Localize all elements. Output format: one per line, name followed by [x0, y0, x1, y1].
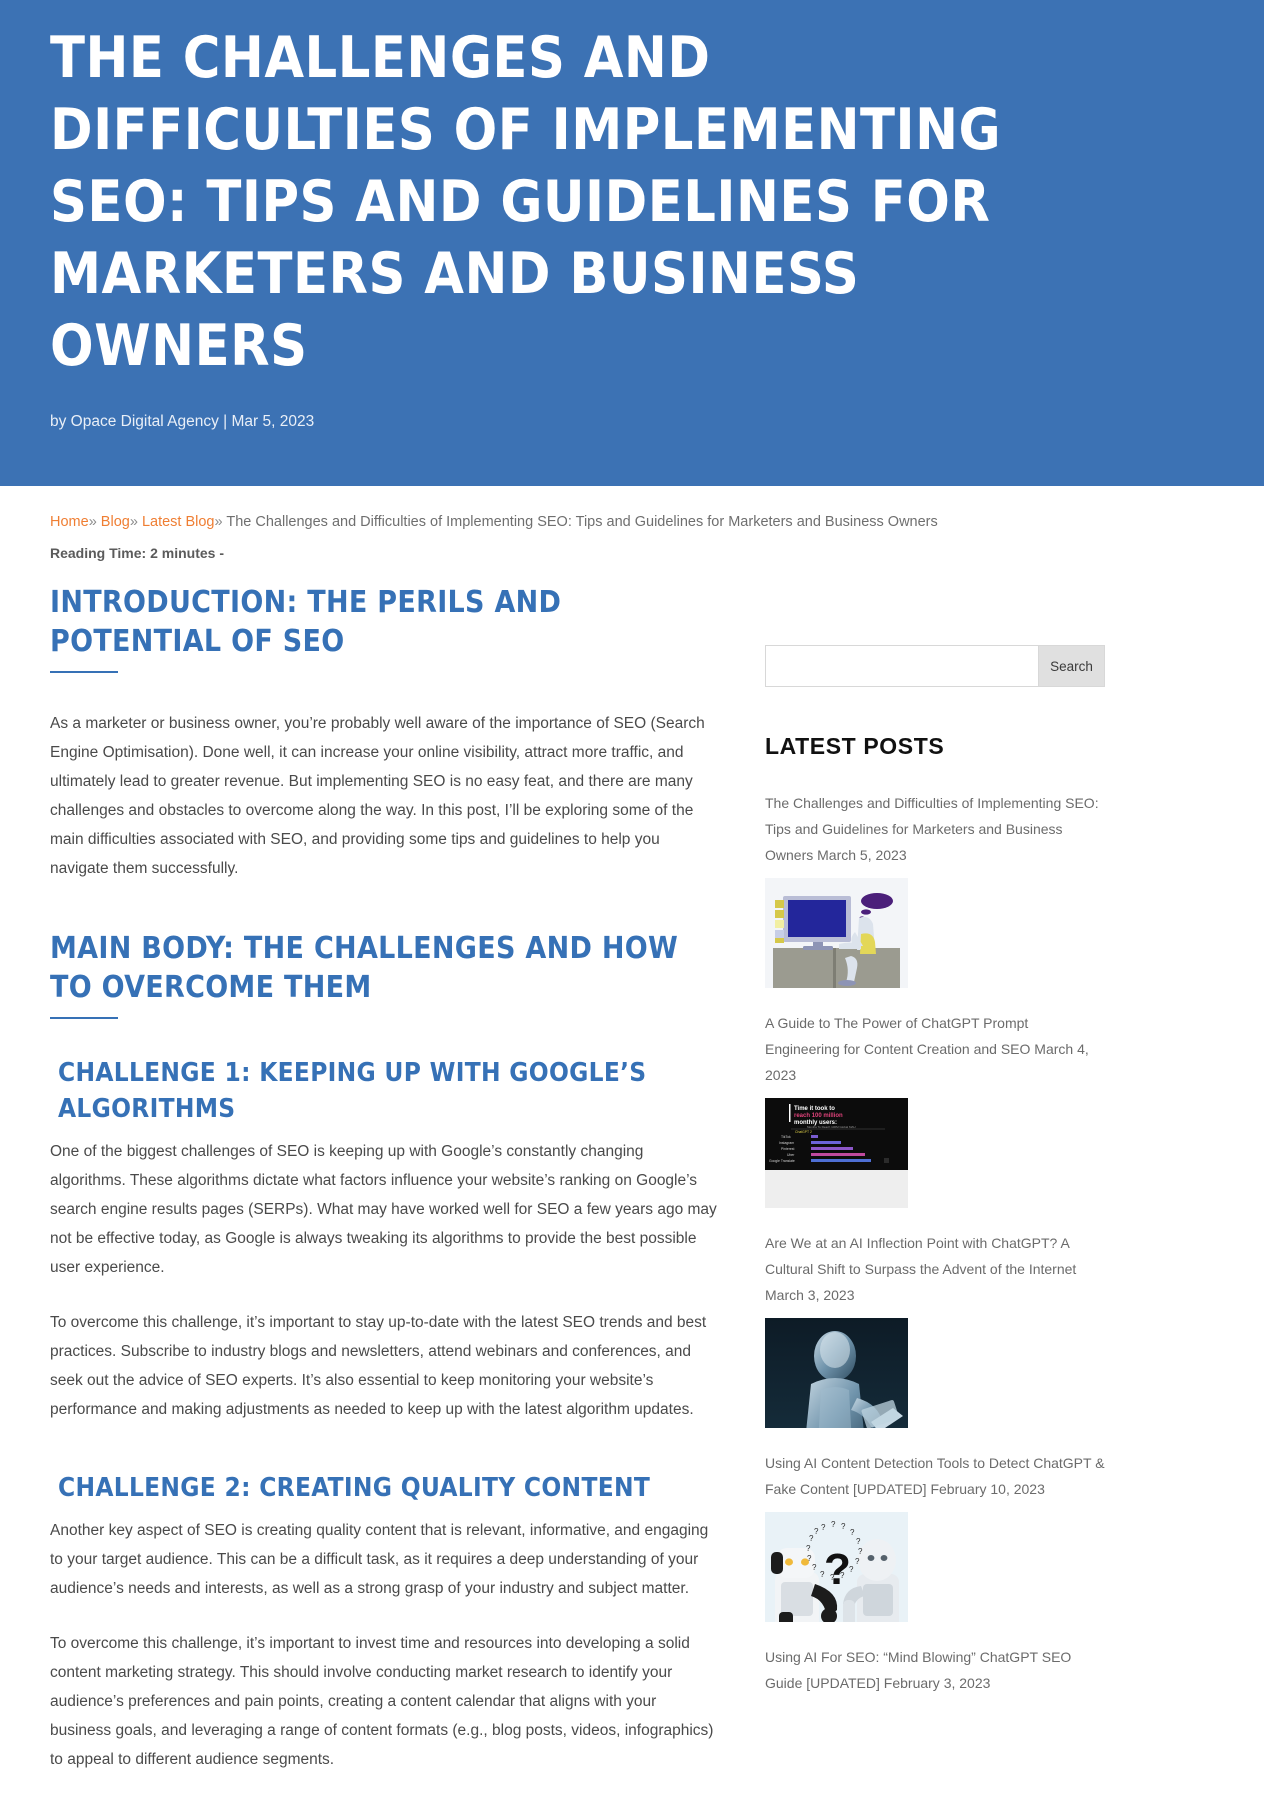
- svg-text:ChatGPT 2: ChatGPT 2: [795, 1130, 812, 1134]
- post-thumbnail-chatgpt-100-million-users-bar-chart[interactable]: Time it took to reach 100 million monthl…: [765, 1098, 908, 1208]
- paragraph-challenge1-1: One of the biggest challenges of SEO is …: [50, 1143, 717, 1276]
- svg-text:?: ?: [807, 1554, 812, 1563]
- search-form: Search: [765, 645, 1105, 687]
- reading-time: Reading Time: 2 minutes -: [50, 545, 224, 561]
- post-date: February 10, 2023: [930, 1481, 1045, 1497]
- breadcrumb-separator: »: [129, 514, 138, 530]
- post-title[interactable]: A Guide to The Power of ChatGPT Prompt E…: [765, 1010, 1105, 1088]
- svg-text:?: ?: [858, 1547, 863, 1556]
- page-title: The Challenges and Difficulties of Imple…: [50, 25, 1002, 379]
- post-date: March 5, 2023: [817, 847, 907, 863]
- post-thumbnail-ai-robot-hand-hologram-photo[interactable]: [765, 1318, 908, 1428]
- svg-text:TikTok: TikTok: [781, 1135, 791, 1139]
- svg-text:?: ?: [812, 1563, 817, 1572]
- post-thumbnail-two-robots-question-mark-photo[interactable]: ? ??? ??? ??? ??? ??? ?: [765, 1512, 908, 1622]
- svg-text:Pinterest: Pinterest: [781, 1147, 794, 1151]
- svg-text:?: ?: [840, 1571, 845, 1580]
- svg-text:Time it took to: Time it took to: [794, 1106, 835, 1112]
- paragraph-intro: As a marketer or business owner, you’re …: [50, 715, 705, 877]
- svg-text:Instagram: Instagram: [779, 1141, 794, 1145]
- svg-text:reach 100 million: reach 100 million: [794, 1113, 843, 1119]
- breadcrumb-current: The Challenges and Difficulties of Imple…: [226, 514, 938, 530]
- svg-text:Google Translate: Google Translate: [769, 1159, 795, 1163]
- svg-text:?: ?: [841, 1522, 846, 1531]
- list-item[interactable]: Are We at an AI Inflection Point with Ch…: [765, 1230, 1105, 1428]
- svg-text:?: ?: [856, 1537, 861, 1546]
- post-title-text: The Challenges and Difficulties of Imple…: [765, 795, 1099, 863]
- list-item[interactable]: Using AI For SEO: “Mind Blowing” ChatGPT…: [765, 1644, 1105, 1696]
- heading-challenge-2: Challenge 2: Creating Quality Content: [58, 1473, 651, 1503]
- svg-text:?: ?: [824, 1545, 851, 1594]
- paragraph-challenge2-2: To overcome this challenge, it’s importa…: [50, 1635, 714, 1768]
- latest-posts-heading: Latest Posts: [765, 733, 945, 759]
- breadcrumb-separator: »: [214, 514, 223, 530]
- post-title[interactable]: Using AI For SEO: “Mind Blowing” ChatGPT…: [765, 1644, 1105, 1696]
- svg-text:?: ?: [820, 1570, 825, 1579]
- svg-text:?: ?: [821, 1523, 826, 1532]
- svg-text:?: ?: [831, 1520, 836, 1529]
- search-input[interactable]: [765, 645, 1039, 687]
- svg-text:?: ?: [830, 1573, 835, 1582]
- post-date: March 3, 2023: [765, 1287, 855, 1303]
- post-title[interactable]: Are We at an AI Inflection Point with Ch…: [765, 1230, 1105, 1308]
- svg-text:?: ?: [849, 1565, 854, 1574]
- svg-text:?: ?: [850, 1528, 855, 1537]
- paragraph-challenge2-1: Another key aspect of SEO is creating qu…: [50, 1522, 709, 1597]
- heading-main-body: Main Body: The Challenges and How to Ove…: [50, 929, 720, 1023]
- svg-text:?: ?: [814, 1527, 819, 1536]
- breadcrumb-link-latest-blog[interactable]: Latest Blog: [142, 514, 215, 530]
- list-item[interactable]: Using AI Content Detection Tools to Dete…: [765, 1450, 1105, 1622]
- svg-text:?: ?: [806, 1544, 811, 1553]
- post-title[interactable]: Using AI Content Detection Tools to Dete…: [765, 1450, 1105, 1502]
- paragraph-challenge1-2: To overcome this challenge, it’s importa…: [50, 1314, 707, 1418]
- post-title[interactable]: The Challenges and Difficulties of Imple…: [765, 790, 1105, 868]
- post-byline: by Opace Digital Agency | Mar 5, 2023: [50, 413, 315, 430]
- search-button[interactable]: Search: [1039, 645, 1105, 687]
- svg-text:Uber: Uber: [787, 1153, 795, 1157]
- list-item[interactable]: A Guide to The Power of ChatGPT Prompt E…: [765, 1010, 1105, 1208]
- breadcrumb-link-blog[interactable]: Blog: [101, 514, 130, 530]
- heading-challenge-1: Challenge 1: Keeping Up with Google’s Al…: [58, 1058, 647, 1124]
- post-date: February 3, 2023: [883, 1675, 991, 1691]
- breadcrumb-separator: »: [88, 514, 97, 530]
- page-hero: The Challenges and Difficulties of Imple…: [0, 0, 1264, 486]
- post-title-text: Are We at an AI Inflection Point with Ch…: [765, 1235, 1077, 1277]
- heading-introduction: Introduction: The Perils and Potential o…: [50, 583, 720, 677]
- page-body: Home» Blog» Latest Blog» The Challenges …: [0, 486, 1264, 1800]
- svg-text:Months To Reach 100M Global MA: Months To Reach 100M Global MAU: [807, 1125, 856, 1129]
- breadcrumb-link-home[interactable]: Home: [50, 514, 89, 530]
- list-item[interactable]: The Challenges and Difficulties of Imple…: [765, 790, 1105, 988]
- breadcrumb: Home» Blog» Latest Blog» The Challenges …: [50, 486, 1214, 532]
- article-content: Introduction: The Perils and Potential o…: [50, 583, 765, 1800]
- sidebar: Search Latest Posts The Challenges and D…: [765, 583, 1105, 1706]
- post-title-text: A Guide to The Power of ChatGPT Prompt E…: [765, 1015, 1031, 1057]
- svg-text:?: ?: [855, 1557, 860, 1566]
- post-thumbnail-person-at-computer-illustration[interactable]: [765, 878, 908, 988]
